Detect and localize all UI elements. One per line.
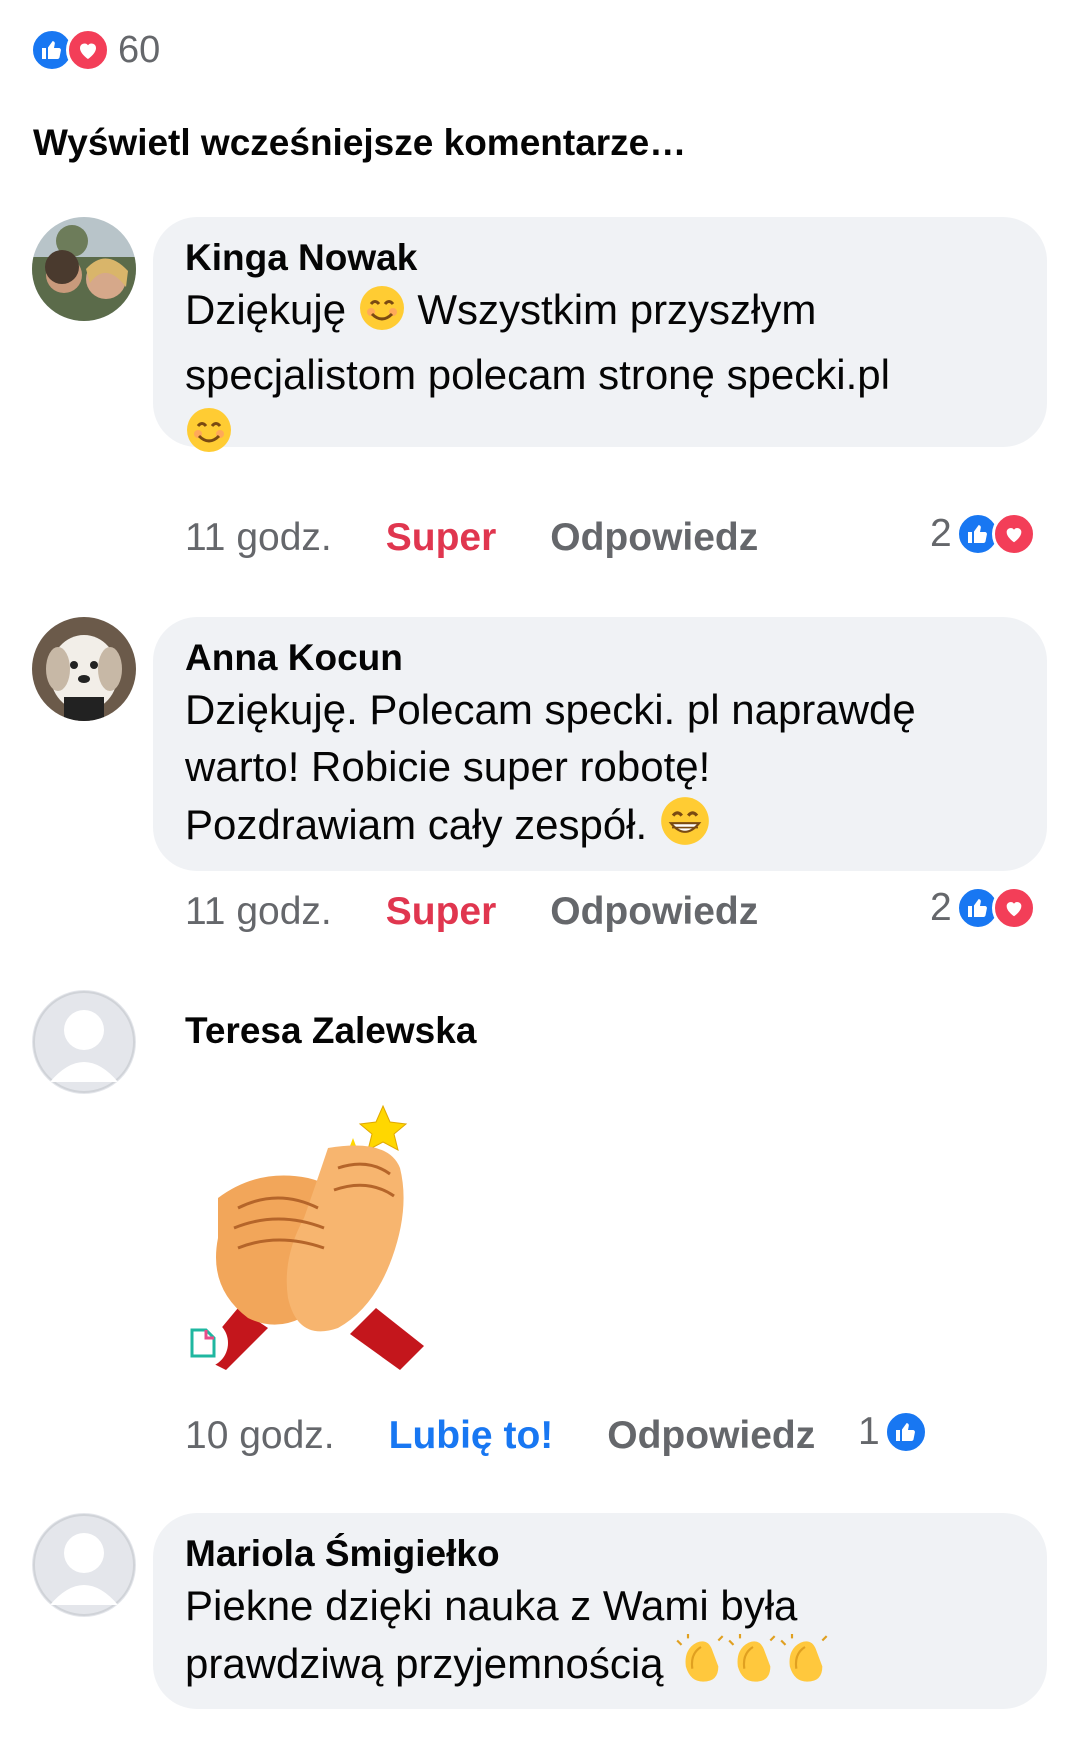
smiling-face-icon bbox=[185, 406, 233, 468]
comment-reaction-count[interactable]: 2 bbox=[930, 506, 1036, 562]
comment-text-line: specjalistom polecam stronę specki.pl bbox=[185, 351, 890, 398]
clapping-hands-icon bbox=[727, 1634, 779, 1700]
comment-timestamp[interactable]: 11 godz. bbox=[185, 516, 332, 560]
comment-bubble: Kinga Nowak Dziękuję Wszystkim przyszłym… bbox=[153, 217, 1047, 452]
avatar[interactable] bbox=[32, 617, 136, 721]
comment-text-line: prawdziwą przyjemnością bbox=[185, 1640, 664, 1687]
love-icon bbox=[991, 512, 1036, 556]
like-button[interactable]: Lubię to! bbox=[389, 1414, 554, 1458]
sticker-file-icon[interactable] bbox=[178, 1318, 228, 1368]
comment-timestamp[interactable]: 10 godz. bbox=[185, 1414, 335, 1458]
avatar[interactable] bbox=[32, 217, 136, 321]
comment-author[interactable]: Mariola Śmigiełko bbox=[185, 1531, 1015, 1577]
comment-reaction-count[interactable]: 2 bbox=[930, 880, 1036, 936]
comment-reaction-count[interactable]: 1 bbox=[858, 1404, 928, 1460]
comment-author[interactable]: Kinga Nowak bbox=[185, 235, 1015, 281]
comment-actions: 11 godz. Super Odpowiedz bbox=[185, 884, 758, 940]
like-icon bbox=[883, 1410, 928, 1454]
comment-timestamp[interactable]: 11 godz. bbox=[185, 890, 332, 934]
grinning-face-icon bbox=[659, 795, 711, 861]
comment-author[interactable]: Teresa Zalewska bbox=[185, 1008, 1015, 1054]
love-icon bbox=[66, 28, 110, 72]
comment-author[interactable]: Anna Kocun bbox=[185, 635, 1015, 681]
default-avatar-icon[interactable] bbox=[32, 990, 136, 1094]
comment-text-line: Dziękuję bbox=[185, 286, 347, 333]
love-icon bbox=[991, 886, 1036, 930]
reaction-count: 2 bbox=[930, 886, 952, 929]
reaction-count: 60 bbox=[118, 28, 161, 71]
clapping-hands-icon bbox=[675, 1634, 727, 1700]
comment-actions: 10 godz. Lubię to! Odpowiedz bbox=[185, 1408, 815, 1464]
react-button[interactable]: Super bbox=[386, 516, 497, 560]
reply-button[interactable]: Odpowiedz bbox=[550, 516, 758, 560]
comment-text-line: Wszystkim przyszłym bbox=[405, 286, 817, 333]
comment-text-line: Dziękuję. Polecam specki. pl naprawdę bbox=[185, 686, 916, 733]
reply-button[interactable]: Odpowiedz bbox=[607, 1414, 815, 1458]
react-button[interactable]: Super bbox=[386, 890, 497, 934]
comment-bubble: Mariola Śmigiełko Piekne dzięki nauka z … bbox=[153, 1513, 1047, 1709]
comment-text-line: Pozdrawiam cały zespół. bbox=[185, 801, 648, 848]
view-previous-comments-link[interactable]: Wyświetl wcześniejsze komentarze… bbox=[33, 122, 686, 164]
comment-text: Dziękuję. Polecam specki. pl naprawdę wa… bbox=[185, 681, 1015, 861]
reaction-count: 2 bbox=[930, 512, 952, 555]
comment-text-line: Piekne dzięki nauka z Wami była bbox=[185, 1582, 798, 1629]
comment-bubble: Anna Kocun Dziękuję. Polecam specki. pl … bbox=[153, 617, 1047, 871]
comment-text: Piekne dzięki nauka z Wami była prawdziw… bbox=[185, 1577, 1015, 1700]
post-reaction-summary[interactable]: 60 bbox=[30, 24, 160, 76]
comment-actions: 11 godz. Super Odpowiedz bbox=[185, 510, 758, 566]
default-avatar-icon[interactable] bbox=[32, 1513, 136, 1617]
comment-header: Teresa Zalewska bbox=[153, 990, 1047, 1070]
comment-text-line: warto! Robicie super robotę! bbox=[185, 743, 711, 790]
reply-button[interactable]: Odpowiedz bbox=[550, 890, 758, 934]
comment-text: Dziękuję Wszystkim przyszłym specjalisto… bbox=[185, 281, 1015, 468]
clapping-hands-icon bbox=[779, 1634, 831, 1700]
reaction-count: 1 bbox=[858, 1410, 880, 1453]
smiling-face-icon bbox=[358, 284, 406, 346]
